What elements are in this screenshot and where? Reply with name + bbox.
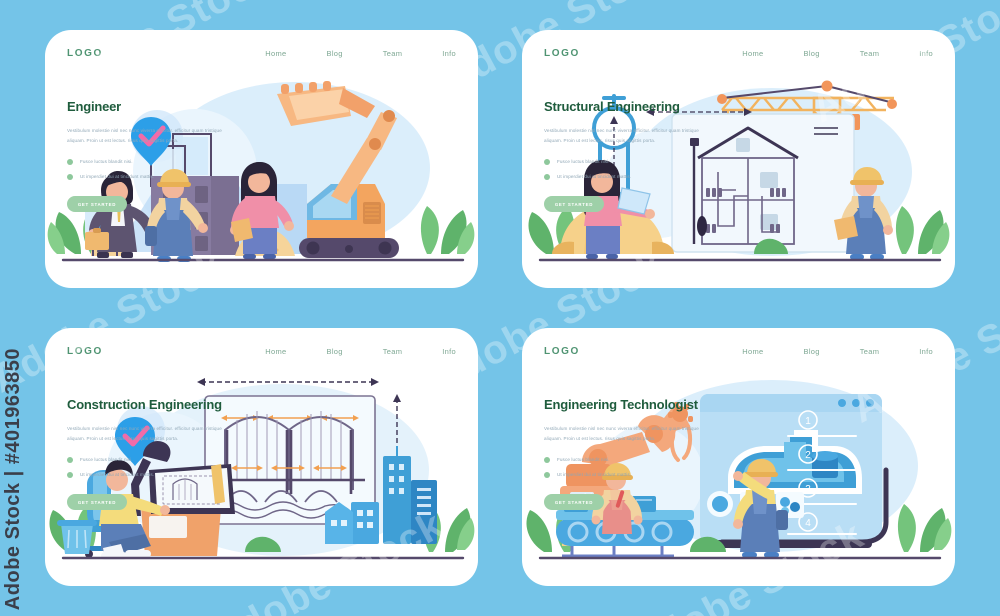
landing-card-engineering-technologist: LOGO Home Blog Team Info 1 2 3 4 Enginee… bbox=[522, 328, 955, 586]
bullet-label: Fusce luctus blandit nisi. bbox=[557, 457, 610, 463]
bullet-label: Fusce luctus blandit nisi. bbox=[80, 159, 133, 165]
nav-link-home[interactable]: Home bbox=[742, 347, 763, 356]
get-started-button[interactable]: GET STARTED bbox=[67, 196, 127, 213]
nav-link-info[interactable]: Info bbox=[442, 49, 456, 58]
nav-links: Home Blog Team Info bbox=[742, 347, 933, 356]
bullet-label: Fusce luctus blandit nisi. bbox=[557, 159, 610, 165]
bullet-label: Ut imperdiet dui at tincidunt mattis. bbox=[557, 472, 632, 478]
page-title: Construction Engineering bbox=[67, 397, 222, 412]
bullet-label: Ut imperdiet dui at tincidunt mattis. bbox=[557, 174, 632, 180]
bullet-list: Fusce luctus blandit nisi. Ut imperdiet … bbox=[544, 456, 704, 478]
stock-watermark: Adobe Stock | #401963850 bbox=[2, 347, 24, 610]
copy-block: Engineering Technologist Vestibulum mole… bbox=[544, 397, 704, 511]
bullet-dot-icon bbox=[544, 158, 550, 165]
nav-link-team[interactable]: Team bbox=[383, 347, 403, 356]
svg-text:4: 4 bbox=[805, 518, 811, 529]
bullet-dot-icon bbox=[544, 471, 550, 478]
nav-links: Home Blog Team Info bbox=[265, 347, 456, 356]
body-paragraph: Vestibulum molestie nisl nec nunc viverr… bbox=[544, 425, 699, 442]
page-title: Engineering Technologist bbox=[544, 397, 698, 412]
nav-link-home[interactable]: Home bbox=[265, 49, 286, 58]
card-header: LOGO Home Blog Team Info bbox=[45, 30, 478, 76]
logo[interactable]: LOGO bbox=[67, 346, 103, 357]
list-item: Fusce luctus blandit nisi. bbox=[67, 456, 227, 463]
nav-links: Home Blog Team Info bbox=[265, 49, 456, 58]
card-grid: LOGO Home Blog Team Info Engineer Vestib… bbox=[45, 30, 955, 586]
nav-link-home[interactable]: Home bbox=[265, 347, 286, 356]
page-title: Structural Engineering bbox=[544, 99, 680, 114]
copy-block: Construction Engineering Vestibulum mole… bbox=[67, 397, 227, 511]
card-header: LOGO Home Blog Team Info bbox=[522, 328, 955, 374]
bullet-label: Ut imperdiet dui at tincidunt mattis. bbox=[80, 174, 155, 180]
bullet-list: Fusce luctus blandit nisi. Ut imperdiet … bbox=[544, 158, 704, 180]
nav-link-info[interactable]: Info bbox=[919, 347, 933, 356]
logo[interactable]: LOGO bbox=[67, 48, 103, 59]
bullet-list: Fusce luctus blandit nisi. Ut imperdiet … bbox=[67, 456, 227, 478]
bullet-list: Fusce luctus blandit nisi. Ut imperdiet … bbox=[67, 158, 227, 180]
logo[interactable]: LOGO bbox=[544, 346, 580, 357]
nav-link-info[interactable]: Info bbox=[919, 49, 933, 58]
nav-link-blog[interactable]: Blog bbox=[804, 49, 820, 58]
nav-link-blog[interactable]: Blog bbox=[327, 347, 343, 356]
step-number: 1 bbox=[805, 416, 811, 427]
list-item: Fusce luctus blandit nisi. bbox=[544, 456, 704, 463]
landing-card-engineer: LOGO Home Blog Team Info Engineer Vestib… bbox=[45, 30, 478, 288]
list-item: Fusce luctus blandit nisi. bbox=[544, 158, 704, 165]
bullet-dot-icon bbox=[67, 158, 73, 165]
nav-links: Home Blog Team Info bbox=[742, 49, 933, 58]
list-item: Ut imperdiet dui at tincidunt mattis. bbox=[544, 471, 704, 478]
bullet-label: Fusce luctus blandit nisi. bbox=[80, 457, 133, 463]
nav-link-team[interactable]: Team bbox=[860, 347, 880, 356]
nav-link-blog[interactable]: Blog bbox=[804, 347, 820, 356]
nav-link-info[interactable]: Info bbox=[442, 347, 456, 356]
bullet-dot-icon bbox=[67, 471, 73, 478]
list-item: Ut imperdiet dui at tincidunt mattis. bbox=[67, 471, 227, 478]
nav-link-blog[interactable]: Blog bbox=[327, 49, 343, 58]
card-header: LOGO Home Blog Team Info bbox=[522, 30, 955, 76]
copy-block: Structural Engineering Vestibulum molest… bbox=[544, 99, 704, 213]
logo[interactable]: LOGO bbox=[544, 48, 580, 59]
nav-link-team[interactable]: Team bbox=[383, 49, 403, 58]
svg-text:2: 2 bbox=[805, 450, 811, 461]
page-title: Engineer bbox=[67, 99, 122, 114]
get-started-button[interactable]: GET STARTED bbox=[67, 494, 127, 511]
list-item: Ut imperdiet dui at tincidunt mattis. bbox=[544, 173, 704, 180]
card-header: LOGO Home Blog Team Info bbox=[45, 328, 478, 374]
get-started-button[interactable]: GET STARTED bbox=[544, 196, 604, 213]
nav-link-home[interactable]: Home bbox=[742, 49, 763, 58]
copy-block: Engineer Vestibulum molestie nisl nec nu… bbox=[67, 99, 227, 213]
body-paragraph: Vestibulum molestie nisl nec nunc viverr… bbox=[544, 127, 699, 144]
landing-card-construction-engineering: LOGO Home Blog Team Info Construction En… bbox=[45, 328, 478, 586]
svg-text:3: 3 bbox=[805, 484, 811, 495]
body-paragraph: Vestibulum molestie nisl nec nunc viverr… bbox=[67, 425, 222, 442]
bullet-dot-icon bbox=[544, 173, 550, 180]
get-started-button[interactable]: GET STARTED bbox=[544, 494, 604, 511]
body-paragraph: Vestibulum molestie nisl nec nunc viverr… bbox=[67, 127, 222, 144]
list-item: Fusce luctus blandit nisi. bbox=[67, 158, 227, 165]
landing-card-structural-engineering: LOGO Home Blog Team Info Structural Engi… bbox=[522, 30, 955, 288]
bullet-label: Ut imperdiet dui at tincidunt mattis. bbox=[80, 472, 155, 478]
bullet-dot-icon bbox=[67, 456, 73, 463]
nav-link-team[interactable]: Team bbox=[860, 49, 880, 58]
bullet-dot-icon bbox=[544, 456, 550, 463]
bullet-dot-icon bbox=[67, 173, 73, 180]
list-item: Ut imperdiet dui at tincidunt mattis. bbox=[67, 173, 227, 180]
